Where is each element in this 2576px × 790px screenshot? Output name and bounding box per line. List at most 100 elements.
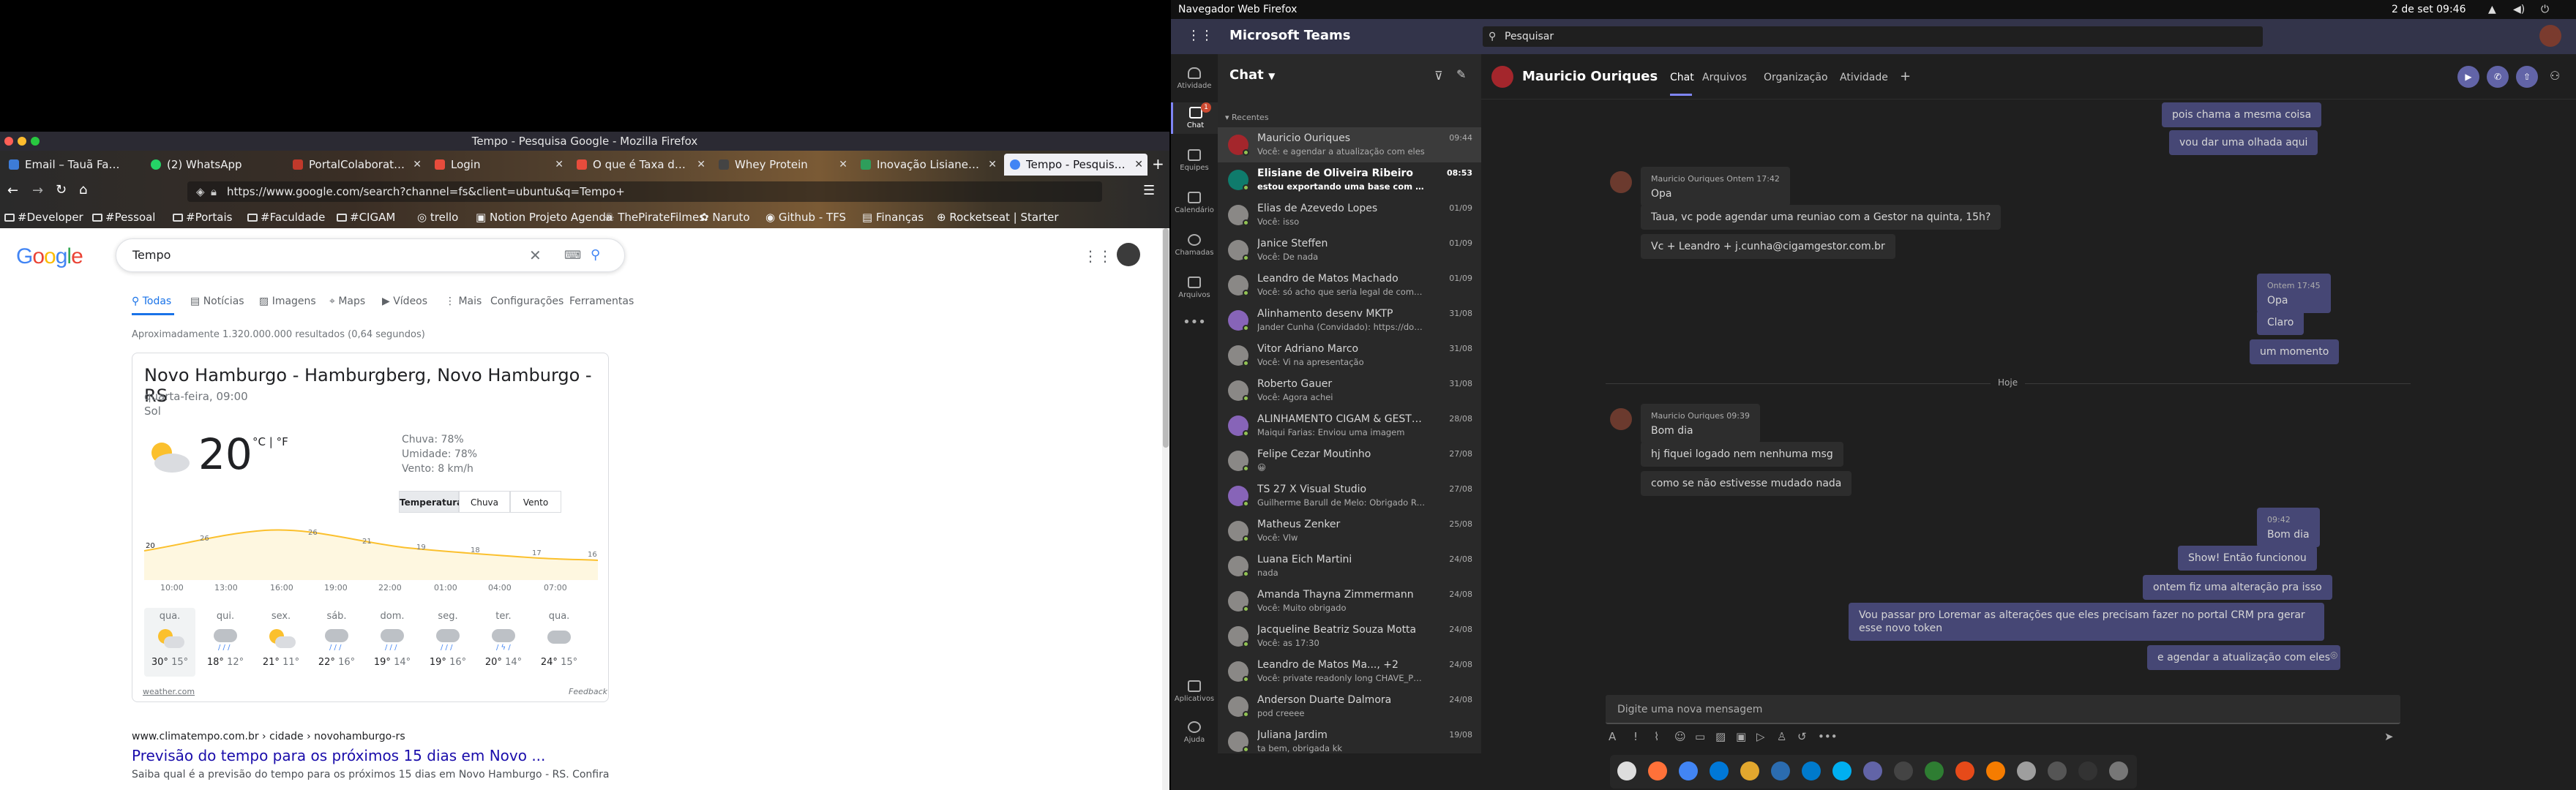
loop-icon[interactable]: ↺ — [1797, 730, 1807, 743]
tab-login[interactable]: Login ✕ — [429, 154, 568, 176]
close-tab-icon[interactable]: ✕ — [988, 154, 997, 176]
firefox-icon[interactable] — [1648, 761, 1667, 780]
meet-icon[interactable]: ▣ — [1736, 730, 1746, 743]
bookmark-folder[interactable]: #Faculdade — [247, 211, 325, 224]
tab-whey[interactable]: Whey Protein ✕ — [713, 154, 852, 176]
forecast-day[interactable]: ter. / ϟ /20° 14° — [478, 608, 529, 668]
chrome-icon[interactable] — [1679, 761, 1698, 780]
search-input[interactable]: Tempo ✕ ⌨ ⚲ — [116, 238, 625, 272]
format-icon[interactable]: A — [1609, 730, 1616, 743]
reload-icon[interactable]: ↻ — [56, 182, 67, 198]
message-bubble[interactable]: Mauricio Ouriques Ontem 17:42 Opa — [1641, 167, 1790, 206]
tab-maps[interactable]: ⌖ Maps — [329, 296, 365, 307]
tab-videos[interactable]: ▶ Vídeos — [382, 296, 427, 307]
home-icon[interactable]: ⌂ — [79, 182, 87, 198]
message-bubble[interactable]: Show! Então funcionou — [2178, 546, 2317, 571]
new-chat-icon[interactable]: ✎ — [1456, 67, 1466, 81]
network-icon[interactable]: ▲ — [2488, 0, 2496, 19]
bookmark-folder[interactable]: #CIGAM — [337, 211, 395, 224]
result-breadcrumb[interactable]: www.climatempo.com.br › cidade › novoham… — [132, 731, 790, 742]
keyboard-icon[interactable]: ⌨ — [564, 239, 581, 271]
back-icon[interactable]: ← — [7, 183, 18, 198]
chip-temperature[interactable]: Temperatura — [399, 491, 463, 513]
message-composer[interactable]: Digite uma nova mensagem — [1606, 695, 2400, 724]
skype-icon[interactable] — [1832, 761, 1852, 780]
chat-list-item[interactable]: Elias de Azevedo Lopes Você: isso 01/09 — [1218, 198, 1481, 233]
more-options-icon[interactable]: ••• — [1818, 730, 1838, 743]
volume-icon[interactable]: ◀) — [2513, 0, 2525, 19]
tab-chat[interactable]: Chat — [1670, 72, 1694, 83]
clock[interactable]: 2 de set 09:46 — [2392, 0, 2466, 19]
bookmark-link[interactable]: ◉ Github - TFS — [765, 211, 846, 224]
rail-chat[interactable]: Chat 1 — [1171, 102, 1218, 134]
terminal-icon[interactable] — [1894, 761, 1913, 780]
tab-tempo[interactable]: Tempo - Pesquisa G ✕ — [1004, 154, 1147, 176]
lock-icon[interactable]: 🔒︎ — [211, 181, 217, 202]
vscode-icon[interactable] — [1802, 761, 1821, 780]
tab-whatsapp[interactable]: (2) WhatsApp — [145, 154, 284, 176]
tab-more[interactable]: ⋮ Mais — [445, 296, 482, 307]
new-tab-button[interactable]: + — [1152, 155, 1164, 173]
close-tab-icon[interactable]: ✕ — [555, 154, 564, 176]
apps-icon[interactable]: ⋮⋮ — [1083, 247, 1112, 265]
trash-icon[interactable] — [2109, 761, 2128, 780]
forecast-day[interactable]: seg. / / /19° 16° — [422, 608, 473, 668]
forecast-day[interactable]: sáb. / / /22° 16° — [311, 608, 362, 668]
postman-icon[interactable] — [1955, 761, 1974, 780]
rail-calls[interactable]: Chamadas — [1171, 234, 1218, 257]
audio-call-icon[interactable]: ✆ — [2487, 66, 2509, 88]
contact-name[interactable]: Mauricio Ouriques — [1522, 69, 1658, 84]
chat-list-item[interactable]: Mauricio Ouriques Você: e agendar a atual… — [1218, 127, 1481, 162]
message-bubble[interactable]: hj fiquei logado nem nenhuma msg — [1641, 442, 1843, 467]
close-tab-icon[interactable]: ✕ — [413, 154, 422, 176]
search-input[interactable]: ⚲ Pesquisar — [1483, 26, 2263, 47]
bookmark-link[interactable]: ◎ trello — [417, 211, 458, 224]
sticker-icon[interactable]: ▨ — [1715, 730, 1726, 743]
feedback-link[interactable]: Feedback — [569, 687, 607, 696]
tab-tools[interactable]: Ferramentas — [569, 296, 634, 307]
message-bubble[interactable]: Claro — [2257, 310, 2304, 335]
tab-files[interactable]: Arquivos — [1702, 72, 1747, 83]
bookmark-folder[interactable]: #Pessoal — [92, 211, 155, 224]
gif-icon[interactable]: ▭ — [1695, 730, 1705, 743]
chat-list-item[interactable]: Elisiane de Oliveira Ribeiro estou export… — [1218, 162, 1481, 198]
stream-icon[interactable]: ▷ — [1756, 730, 1765, 743]
forecast-day[interactable]: dom. / / /19° 14° — [367, 608, 418, 668]
chat-list-item[interactable]: Jacqueline Beatriz Souza Motta Você: as 1… — [1218, 619, 1481, 654]
message-bubble[interactable]: Mauricio Ouriques 09:39 Bom dia — [1641, 404, 1760, 443]
filter-icon[interactable]: ⊽ — [1434, 69, 1443, 83]
message-bubble[interactable]: um momento — [2250, 339, 2340, 364]
chat-list-item[interactable]: Janice Steffen Você: De nada 01/09 — [1218, 233, 1481, 268]
tab-news[interactable]: ▤ Notícias — [190, 296, 244, 307]
chat-list-item[interactable]: Matheus Zenker Você: Vlw 25/08 — [1218, 514, 1481, 549]
message-bubble[interactable]: Vou passar pro Loremar as alterações que… — [1849, 603, 2324, 641]
tab-org[interactable]: Organização — [1764, 72, 1828, 83]
url-bar[interactable]: ◈ 🔒︎ https://www.google.com/search?chann… — [187, 181, 1102, 202]
app-icon[interactable] — [1925, 761, 1944, 780]
power-icon[interactable]: ⏻ — [2541, 0, 2549, 19]
bookmark-link[interactable]: ☠ ThePirateFilmes — [604, 211, 705, 224]
send-icon[interactable]: ➤ — [2384, 730, 2394, 743]
tab-images[interactable]: ▨ Imagens — [259, 296, 316, 307]
avatar[interactable] — [1117, 243, 1140, 266]
bookmark-link[interactable]: ▣ Notion Projeto Agenda — [476, 211, 613, 224]
message-bubble[interactable]: 09:42 Bom dia — [2257, 508, 2320, 547]
chat-list-item[interactable]: ALINHAMENTO CIGAM & GESTOR M... Maiqui Fa… — [1218, 408, 1481, 443]
rail-help[interactable]: Ajuda — [1171, 721, 1218, 744]
rail-teams[interactable]: Equipes — [1171, 149, 1218, 172]
chip-rain[interactable]: Chuva — [459, 491, 510, 513]
profile-avatar[interactable] — [2539, 25, 2561, 47]
google-logo[interactable]: Google — [16, 244, 83, 269]
chat-list-item[interactable]: Juliana Jardim ta bem, obrigada kk 19/08 — [1218, 724, 1481, 759]
message-bubble[interactable]: e agendar a atualização com eles — [2147, 645, 2340, 670]
tab-all[interactable]: ⚲ Todas — [132, 296, 171, 307]
result-title[interactable]: Previsão do tempo para os próximos 15 di… — [132, 747, 790, 764]
chat-list-item[interactable]: Felipe Cezar Moutinho 😀 27/08 — [1218, 443, 1481, 478]
chat-list-item[interactable]: Roberto Gauer Você: Agora achei 31/08 — [1218, 373, 1481, 408]
search-icon[interactable]: ⚲ — [591, 239, 600, 271]
close-tab-icon[interactable]: ✕ — [839, 154, 847, 176]
close-tab-icon[interactable]: ✕ — [1134, 154, 1143, 176]
message-bubble[interactable]: Vc + Leandro + j.cunha@cigamgestor.com.b… — [1641, 234, 1895, 259]
scrollbar[interactable] — [1162, 228, 1169, 790]
message-bubble[interactable]: como se não estivesse mudado nada — [1641, 471, 1852, 496]
